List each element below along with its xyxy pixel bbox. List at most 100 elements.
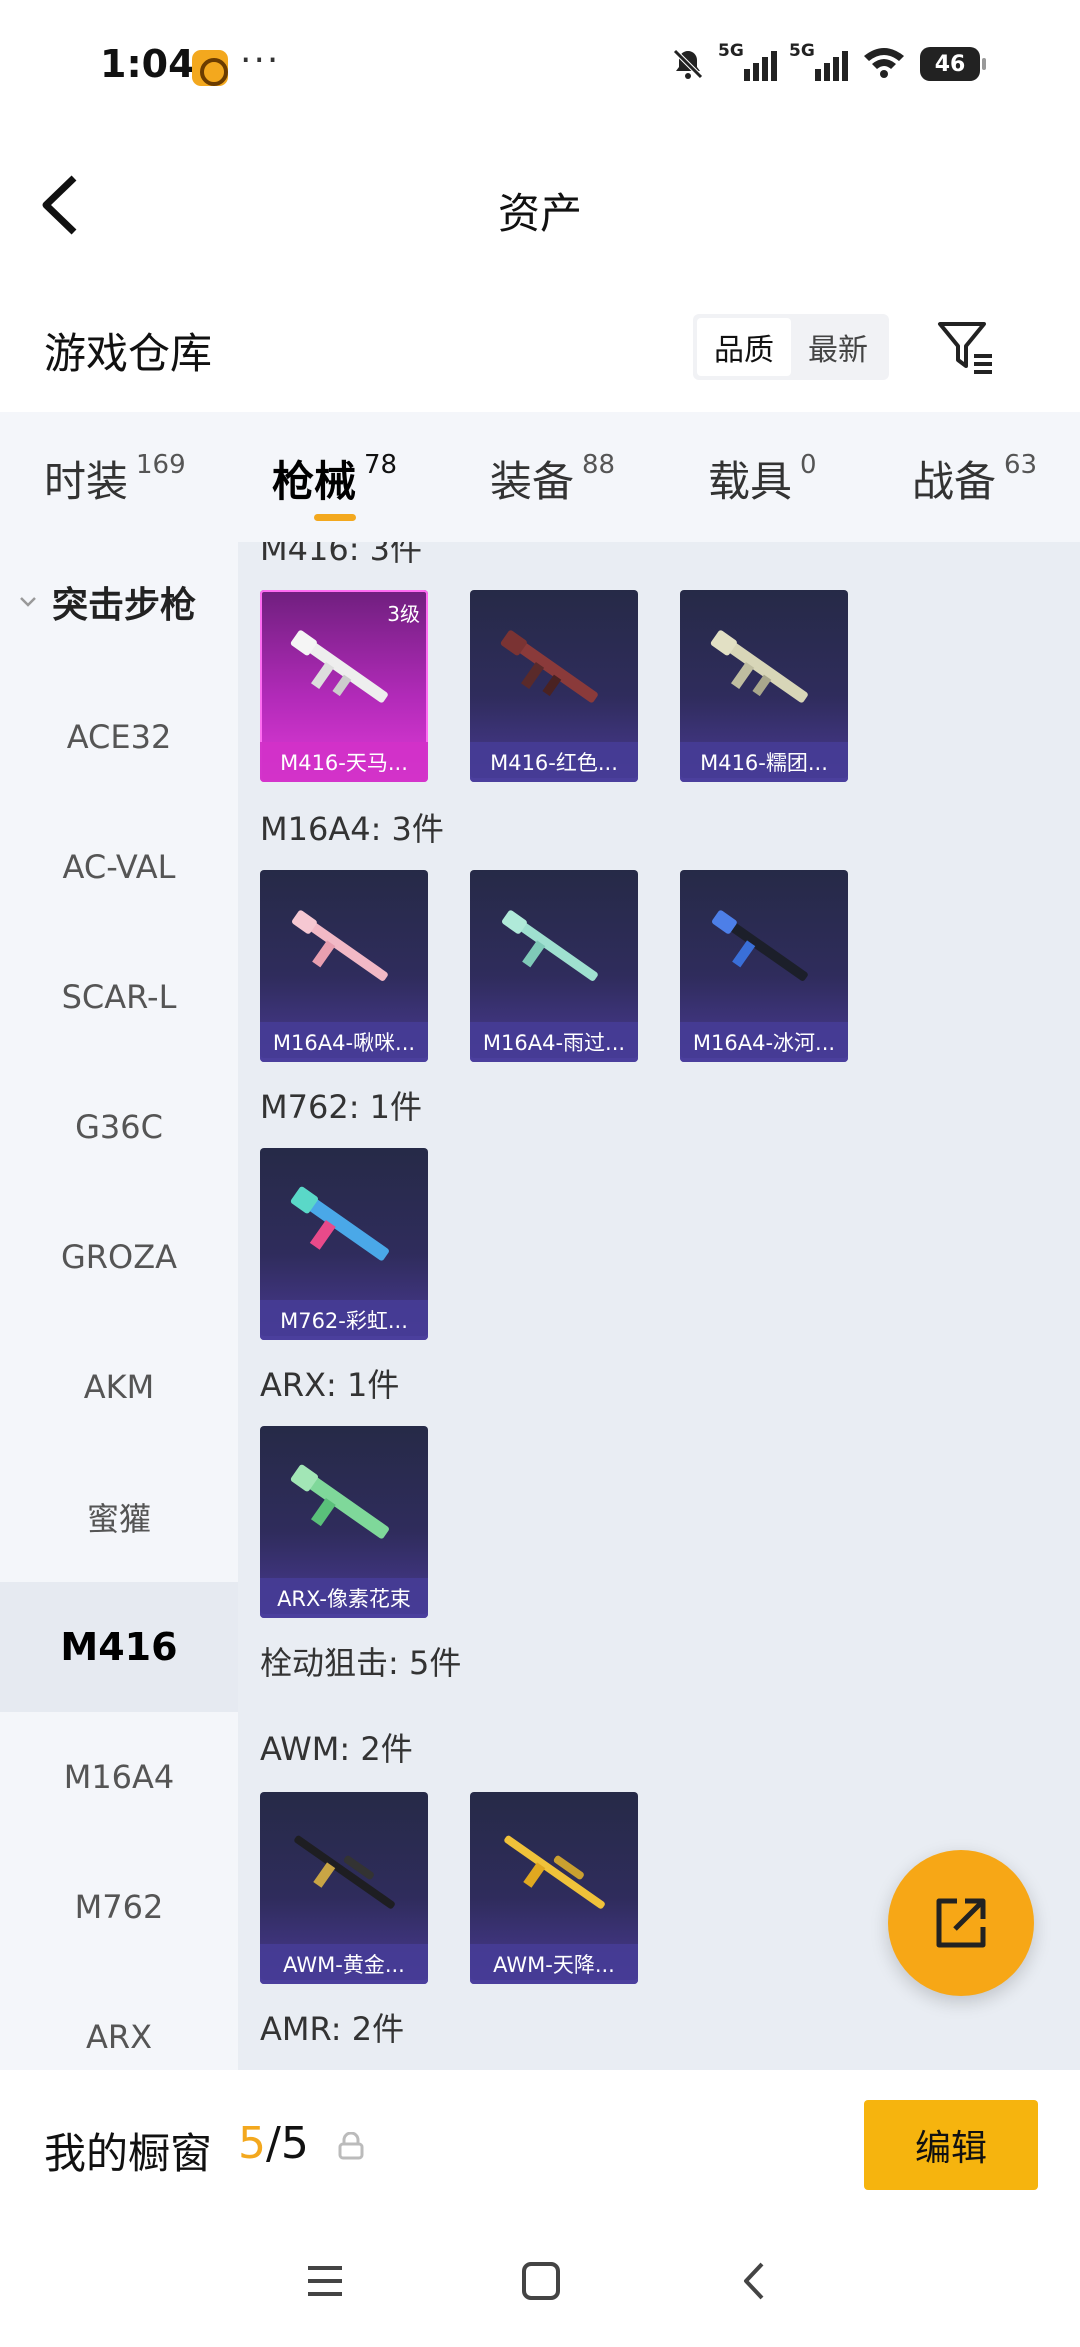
tab-count: 63 (1004, 450, 1038, 480)
sidebar-item-ac-val[interactable]: AC-VAL (0, 802, 238, 932)
tab-label: 载具 (708, 457, 793, 506)
sidebar-item-groza[interactable]: GROZA (0, 1192, 238, 1322)
tab-firearms[interactable]: 枪械 78 (272, 448, 397, 509)
weapon-name: M416-糯团... (680, 742, 848, 782)
signal-2-icon: 5G (789, 41, 848, 81)
weapon-name: M416-红色... (470, 742, 638, 782)
rifle-icon (290, 1186, 389, 1261)
filter-button[interactable] (936, 318, 996, 378)
sidebar-item-honey-badger[interactable]: 蜜獾 (0, 1452, 238, 1582)
category-tabs: 时装 169 枪械 78 装备 88 载具 0 战备 63 (0, 412, 1080, 542)
sidebar-item-arx[interactable]: ARX (0, 1972, 238, 2070)
more-notifications-icon: ··· (240, 40, 281, 81)
weapon-name: M16A4-雨过... (470, 1022, 638, 1062)
weapon-card[interactable]: M16A4-冰河... (680, 870, 848, 1062)
weapon-card[interactable]: 3级 M416-天马... (260, 590, 428, 782)
group-label: AMR: 2件 (260, 2010, 405, 2048)
sidebar-item-ace32[interactable]: ACE32 (0, 672, 238, 802)
showcase-used: 5 (238, 2118, 266, 2169)
tab-vehicles[interactable]: 载具 0 (708, 448, 817, 509)
status-icons: 5G 5G 46 (670, 41, 986, 84)
warehouse-title: 游戏仓库 (44, 329, 213, 378)
sidebar-item-m416[interactable]: M416 (0, 1582, 238, 1712)
page-title: 资产 (497, 189, 582, 238)
weapon-card[interactable]: ARX-像素花束 (260, 1426, 428, 1618)
weapon-sidebar: 突击步枪 ACE32 AC-VAL SCAR-L G36C GROZA AKM … (0, 542, 238, 2070)
showcase-count: 5/5 (238, 2118, 309, 2169)
chevron-down-icon (20, 597, 36, 607)
weapon-card[interactable]: M416-红色... (470, 590, 638, 782)
tab-label: 时装 (44, 457, 129, 506)
sniper-rifle-icon (504, 1835, 605, 1909)
edit-showcase-button[interactable]: 编辑 (864, 2100, 1038, 2190)
showcase-bar: 我的橱窗 5/5 编辑 (0, 2070, 1080, 2220)
status-bar: 1:04 ··· 5G 5G 46 (0, 0, 1080, 130)
weapon-card[interactable]: AWM-黄金... (260, 1792, 428, 1984)
sidebar-item-akm[interactable]: AKM (0, 1322, 238, 1452)
rifle-icon (710, 630, 808, 703)
muted-bell-icon (670, 46, 706, 82)
weapon-card[interactable]: M762-彩虹... (260, 1148, 428, 1340)
weapon-card[interactable]: M16A4-啾咪... (260, 870, 428, 1062)
sidebar-item-m762[interactable]: M762 (0, 1842, 238, 1972)
weapon-name: AWM-黄金... (260, 1944, 428, 1984)
rifle-icon (290, 630, 388, 703)
tab-count: 78 (364, 450, 398, 480)
rifle-icon (292, 910, 388, 981)
share-icon (936, 1898, 986, 1948)
tab-label: 枪械 (272, 457, 357, 506)
weapon-card[interactable]: M16A4-雨过... (470, 870, 638, 1062)
sidebar-group-label: 突击步枪 (52, 585, 197, 626)
weapon-name: M16A4-冰河... (680, 1022, 848, 1062)
group-label: ARX: 1件 (260, 1366, 400, 1404)
sidebar-item-scar-l[interactable]: SCAR-L (0, 932, 238, 1062)
warehouse-bar: 游戏仓库 品质 最新 (0, 290, 1080, 410)
weapon-name: M762-彩虹... (260, 1300, 428, 1340)
sidebar-item-m16a4[interactable]: M16A4 (0, 1712, 238, 1842)
menu-icon (308, 2266, 342, 2296)
app-header: 资产 (0, 130, 1080, 280)
app-notification-icon (192, 50, 228, 86)
group-label: M416: 3件 (260, 542, 423, 568)
tab-count: 169 (136, 450, 186, 480)
weapon-name: M16A4-啾咪... (260, 1022, 428, 1062)
tab-count: 88 (582, 450, 616, 480)
weapon-name: M416-天马... (260, 742, 428, 782)
sidebar-group-assault-rifles[interactable]: 突击步枪 (0, 562, 238, 642)
wifi-icon (862, 44, 906, 84)
showcase-title: 我的橱窗 (44, 2129, 213, 2178)
sniper-rifle-icon (294, 1835, 395, 1909)
status-time: 1:04 (100, 42, 195, 86)
weapon-card[interactable]: AWM-天降... (470, 1792, 638, 1984)
rifle-icon (500, 630, 598, 703)
home-nav-button[interactable] (516, 2256, 566, 2306)
tab-label: 战备 (912, 457, 997, 506)
tab-fashion[interactable]: 时装 169 (44, 448, 186, 509)
showcase-total: 5 (280, 2118, 309, 2169)
signal-1-icon: 5G (718, 41, 777, 81)
system-nav-bar (0, 2220, 1080, 2347)
sort-toggle: 品质 最新 (693, 314, 889, 380)
rifle-icon (290, 1464, 389, 1539)
weapon-card[interactable]: M416-糯团... (680, 590, 848, 782)
back-chevron-icon (744, 2262, 764, 2300)
weapon-name: ARX-像素花束 (260, 1578, 428, 1618)
tab-equipment[interactable]: 装备 88 (490, 448, 615, 509)
share-button[interactable] (888, 1850, 1034, 1996)
tab-label: 装备 (490, 457, 575, 506)
tab-combat-gear[interactable]: 战备 63 (912, 448, 1037, 509)
category-label: 栓动狙击: 5件 (260, 1644, 462, 1682)
sort-quality-button[interactable]: 品质 (697, 318, 791, 376)
active-tab-indicator (314, 514, 356, 521)
sidebar-item-g36c[interactable]: G36C (0, 1062, 238, 1192)
battery-icon: 46 (920, 47, 986, 81)
group-label: M16A4: 3件 (260, 810, 444, 848)
rifle-icon (712, 910, 808, 981)
menu-nav-button[interactable] (300, 2256, 350, 2306)
group-label: M762: 1件 (260, 1088, 423, 1126)
sort-newest-button[interactable]: 最新 (791, 318, 885, 376)
weapon-name: AWM-天降... (470, 1944, 638, 1984)
back-nav-button[interactable] (730, 2256, 780, 2306)
rifle-icon (502, 910, 598, 981)
lock-icon (338, 2132, 364, 2160)
